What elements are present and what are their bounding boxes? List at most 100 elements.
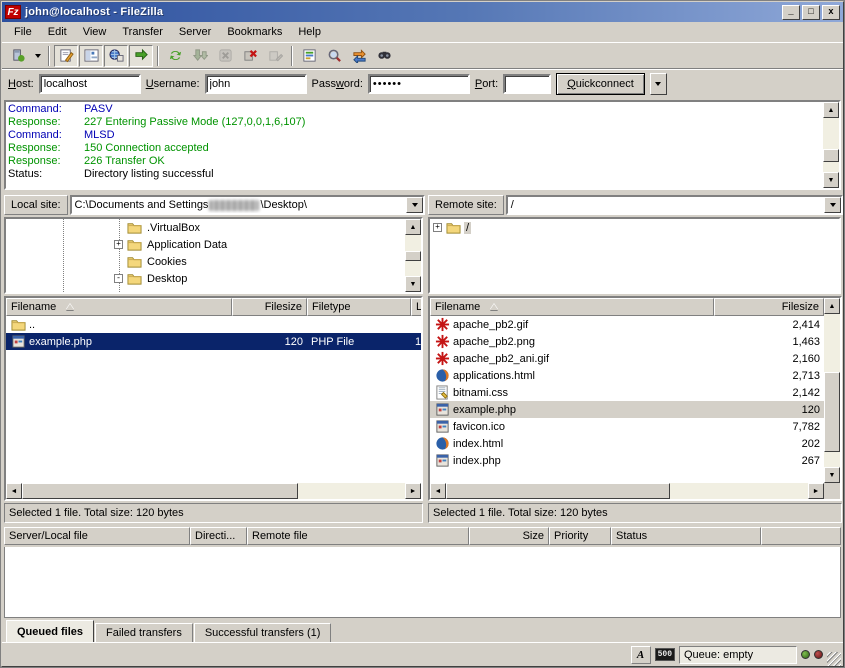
local-path-combo[interactable]: C:\Documents and Settings\Desktop\ xyxy=(70,195,425,215)
queue-list[interactable] xyxy=(4,547,841,618)
filezilla-window: Fz john@localhost - FileZilla _ □ x File… xyxy=(0,0,845,668)
refresh-icon[interactable] xyxy=(163,45,187,67)
username-input[interactable] xyxy=(205,74,307,94)
tree-item--[interactable]: +/ xyxy=(430,219,839,236)
log-line: Response:150 Connection accepted xyxy=(8,142,821,155)
local-tree-scrollbar[interactable]: ▲ ▼ xyxy=(405,219,421,292)
local-path-dropdown[interactable] xyxy=(406,197,423,213)
file-row-example-php[interactable]: example.php120PHP File1 xyxy=(6,333,421,350)
column-header-filetype[interactable]: Filetype xyxy=(307,298,411,316)
log-scrollbar[interactable]: ▲ ▼ xyxy=(823,102,839,188)
scroll-down-icon[interactable]: ▼ xyxy=(824,467,840,483)
column-header-filesize[interactable]: Filesize xyxy=(232,298,307,316)
apache-icon xyxy=(434,335,450,349)
column-header-filename[interactable]: Filename xyxy=(6,298,232,316)
scroll-up-icon[interactable]: ▲ xyxy=(405,219,421,235)
column-header-filename[interactable]: Filename xyxy=(430,298,714,316)
menu-transfer[interactable]: Transfer xyxy=(114,24,171,40)
tree-item-label: Application Data xyxy=(145,239,229,251)
speed-limits-icon[interactable]: 500 xyxy=(655,648,675,661)
column-header-filesize[interactable]: Filesize xyxy=(714,298,824,316)
redacted-username xyxy=(209,200,259,211)
directory-comparison-icon[interactable] xyxy=(322,45,346,67)
resize-grip[interactable] xyxy=(827,652,841,666)
toggle-local-tree-icon[interactable] xyxy=(79,45,103,67)
tree-item--virtualbox[interactable]: .VirtualBox xyxy=(6,219,405,236)
toggle-message-log-icon[interactable] xyxy=(54,45,78,67)
menu-edit[interactable]: Edit xyxy=(40,24,75,40)
expand-icon[interactable]: + xyxy=(433,223,442,232)
menu-file[interactable]: File xyxy=(6,24,40,40)
remote-list-vscrollbar[interactable]: ▲ ▼ xyxy=(824,298,840,483)
disconnect-icon[interactable] xyxy=(238,45,262,67)
scroll-up-icon[interactable]: ▲ xyxy=(824,298,840,314)
remote-site-label: Remote site: xyxy=(428,195,504,215)
local-list-hscrollbar[interactable]: ◄ ► xyxy=(6,483,421,499)
cancel-operation-icon[interactable] xyxy=(213,45,237,67)
menu-view[interactable]: View xyxy=(75,24,115,40)
scroll-left-icon[interactable]: ◄ xyxy=(6,483,22,499)
remote-list-hscrollbar[interactable]: ◄ ► xyxy=(430,483,824,499)
menu-help[interactable]: Help xyxy=(290,24,329,40)
synchronized-browsing-icon[interactable] xyxy=(347,45,371,67)
queue-column-priority[interactable]: Priority xyxy=(549,527,611,545)
scroll-up-icon[interactable]: ▲ xyxy=(823,102,839,118)
tree-item-desktop[interactable]: - Desktop xyxy=(6,270,405,287)
queue-column-filler xyxy=(761,527,841,545)
reconnect-icon[interactable] xyxy=(263,45,287,67)
queue-column-size[interactable]: Size xyxy=(469,527,549,545)
queue-column-server-local-file[interactable]: Server/Local file xyxy=(4,527,190,545)
scroll-down-icon[interactable]: ▼ xyxy=(823,172,839,188)
expand-icon[interactable]: + xyxy=(114,240,123,249)
column-header-l[interactable]: L xyxy=(411,298,421,316)
file-row-apache-pb2-gif[interactable]: apache_pb2.gif2,414 xyxy=(430,316,824,333)
tab-queued-files[interactable]: Queued files xyxy=(6,620,94,642)
site-manager-icon[interactable] xyxy=(6,45,30,67)
queue-column-remote-file[interactable]: Remote file xyxy=(247,527,469,545)
site-manager-dropdown-icon[interactable] xyxy=(31,45,44,67)
tab-successful-transfers-1-[interactable]: Successful transfers (1) xyxy=(194,623,332,642)
menu-bookmarks[interactable]: Bookmarks xyxy=(219,24,290,40)
filter-icon[interactable] xyxy=(297,45,321,67)
file-row-bitnami-css[interactable]: bitnami.css2,142 xyxy=(430,384,824,401)
toggle-queue-icon[interactable] xyxy=(129,45,153,67)
process-queue-icon[interactable] xyxy=(188,45,212,67)
tree-item-cookies[interactable]: Cookies xyxy=(6,253,405,270)
collapse-icon[interactable]: - xyxy=(114,274,123,283)
file-row-index-html[interactable]: index.html202 xyxy=(430,435,824,452)
tree-item-application-data[interactable]: + Application Data xyxy=(6,236,405,253)
file-row-applications-html[interactable]: applications.html2,713 xyxy=(430,367,824,384)
file-row-index-php[interactable]: index.php267 xyxy=(430,452,824,469)
filesize-cell: 267 xyxy=(714,452,824,469)
quickconnect-dropdown[interactable] xyxy=(650,73,667,95)
queue-column-directi-[interactable]: Directi... xyxy=(190,527,247,545)
transfer-type-icon[interactable]: A xyxy=(631,646,651,664)
close-button[interactable]: x xyxy=(822,5,840,20)
tree-item-label: Desktop xyxy=(145,273,189,285)
quickconnect-button[interactable]: Quickconnect xyxy=(556,73,645,95)
toggle-remote-tree-icon[interactable] xyxy=(104,45,128,67)
remote-path-dropdown[interactable] xyxy=(824,197,841,213)
log-line: Command:PASV xyxy=(8,103,821,116)
file-row-apache-pb2-ani-gif[interactable]: apache_pb2_ani.gif2,160 xyxy=(430,350,824,367)
host-input[interactable] xyxy=(39,74,141,94)
search-icon[interactable] xyxy=(372,45,396,67)
minimize-button[interactable]: _ xyxy=(782,5,800,20)
remote-path-combo[interactable]: / xyxy=(506,195,843,215)
tab-failed-transfers[interactable]: Failed transfers xyxy=(95,623,193,642)
menu-server[interactable]: Server xyxy=(171,24,219,40)
password-input[interactable] xyxy=(368,74,470,94)
file-row--[interactable]: .. xyxy=(6,316,421,333)
scroll-down-icon[interactable]: ▼ xyxy=(405,276,421,292)
scroll-right-icon[interactable]: ► xyxy=(405,483,421,499)
scroll-right-icon[interactable]: ► xyxy=(808,483,824,499)
file-row-apache-pb2-png[interactable]: apache_pb2.png1,463 xyxy=(430,333,824,350)
queue-column-status[interactable]: Status xyxy=(611,527,761,545)
scroll-left-icon[interactable]: ◄ xyxy=(430,483,446,499)
sort-ascending-icon xyxy=(66,304,74,310)
maximize-button[interactable]: □ xyxy=(802,5,820,20)
file-row-favicon-ico[interactable]: favicon.ico7,782 xyxy=(430,418,824,435)
port-input[interactable] xyxy=(503,74,551,94)
file-row-example-php[interactable]: example.php120 xyxy=(430,401,824,418)
title-bar[interactable]: Fz john@localhost - FileZilla _ □ x xyxy=(2,2,843,22)
